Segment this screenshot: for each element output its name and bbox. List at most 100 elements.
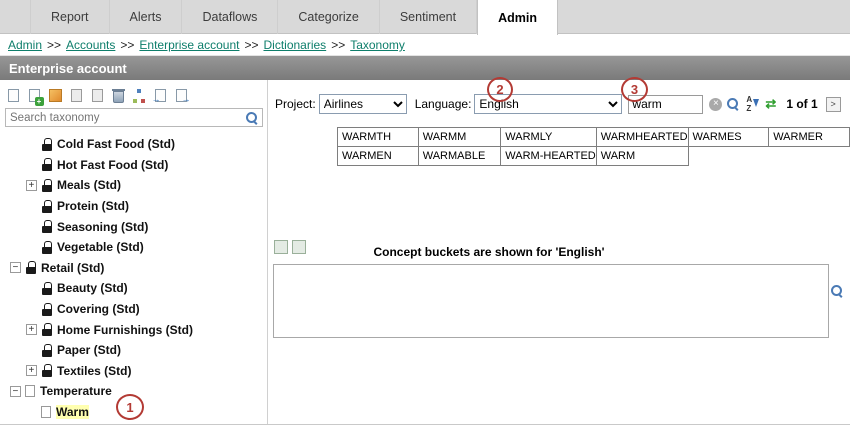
annotation-circle-2: 2 (487, 77, 513, 102)
page-title: Enterprise account (0, 56, 850, 80)
term-cell[interactable]: WARMLY (501, 128, 596, 147)
taxonomy-search-input[interactable] (6, 112, 246, 124)
tree-item-label: Protein (Std) (57, 199, 129, 213)
tree-item-textiles[interactable]: Textiles (Std) (0, 361, 267, 382)
term-cell[interactable]: WARM (596, 147, 688, 166)
term-cell[interactable]: WARMER (769, 128, 850, 147)
tree-item-paper[interactable]: Paper (Std) (0, 340, 267, 361)
tree-item-cold-fast-food[interactable]: Cold Fast Food (Std) (0, 134, 267, 155)
edit-icon[interactable] (47, 88, 63, 104)
bottom-divider (0, 424, 850, 425)
term-cell[interactable]: WARMHEARTED (596, 128, 688, 147)
add-child-icon[interactable] (26, 88, 42, 104)
page-export-glyph (176, 89, 187, 102)
page-glyph (71, 89, 82, 102)
term-cell[interactable]: WARM-HEARTED (501, 147, 596, 166)
page-import-glyph (155, 89, 166, 102)
clear-search-icon[interactable] (709, 98, 722, 111)
tree-item-meals[interactable]: Meals (Std) (0, 175, 267, 196)
expand-icon[interactable] (26, 180, 37, 191)
term-cell[interactable]: WARMM (418, 128, 501, 147)
tree-item-covering[interactable]: Covering (Std) (0, 299, 267, 320)
tree-item-label: Retail (Std) (41, 261, 104, 275)
breadcrumb-taxonomy[interactable]: Taxonomy (350, 38, 405, 52)
tree-item-label: Vegetable (Std) (57, 240, 144, 254)
tree-item-label: Cold Fast Food (Std) (57, 137, 175, 151)
tree-item-label: Temperature (40, 384, 112, 398)
lock-icon (25, 261, 36, 274)
bucket-textarea[interactable] (273, 264, 829, 338)
breadcrumb-admin[interactable]: Admin (8, 38, 42, 52)
taxonomy-toolbar (5, 87, 189, 104)
document-icon (41, 406, 51, 418)
tab-admin[interactable]: Admin (477, 0, 558, 35)
tree-item-label: Home Furnishings (Std) (57, 323, 193, 337)
tree-item-protein[interactable]: Protein (Std) (0, 196, 267, 217)
expander-spacer (26, 201, 37, 212)
collapse-icon[interactable] (10, 262, 21, 273)
trash-glyph (113, 91, 124, 103)
lock-icon (41, 323, 52, 336)
taxonomy-tree: Cold Fast Food (Std) Hot Fast Food (Std)… (0, 134, 267, 424)
project-select[interactable]: Airlines (319, 94, 407, 114)
paste-icon[interactable] (89, 88, 105, 104)
collapse-icon[interactable] (10, 386, 21, 397)
lock-icon (41, 282, 52, 295)
term-cell[interactable]: WARMABLE (418, 147, 501, 166)
terms-row-1: WARMTH WARMM WARMLY WARMHEARTED WARMES W… (338, 128, 850, 147)
search-icon[interactable] (246, 112, 258, 124)
page-glyph (92, 89, 103, 102)
breadcrumb-dictionaries[interactable]: Dictionaries (263, 38, 326, 52)
breadcrumb-accounts[interactable]: Accounts (66, 38, 115, 52)
term-cell[interactable]: WARMTH (338, 128, 419, 147)
edit-glyph (49, 89, 62, 102)
tab-alerts[interactable]: Alerts (110, 0, 183, 34)
tree-item-vegetable[interactable]: Vegetable (Std) (0, 237, 267, 258)
lock-icon (41, 138, 52, 151)
hierarchy-glyph (132, 89, 146, 103)
breadcrumb-separator: >> (331, 38, 345, 52)
export-icon[interactable] (173, 88, 189, 104)
controls-bar: Project: Airlines Language: English 1 of… (275, 93, 846, 115)
expander-spacer (26, 283, 37, 294)
expand-icon[interactable] (26, 365, 37, 376)
tree-item-hot-fast-food[interactable]: Hot Fast Food (Std) (0, 155, 267, 176)
import-icon[interactable] (152, 88, 168, 104)
lock-icon (41, 200, 52, 213)
tree-item-label: Beauty (Std) (57, 281, 128, 295)
tab-dataflows[interactable]: Dataflows (182, 0, 278, 34)
expander-spacer (26, 407, 37, 418)
tree-item-home-furnishings[interactable]: Home Furnishings (Std) (0, 319, 267, 340)
tab-categorize[interactable]: Categorize (278, 0, 379, 34)
search-icon[interactable] (727, 98, 739, 110)
taxonomy-search-box (5, 108, 263, 127)
next-page-button[interactable]: > (826, 97, 841, 112)
tree-item-beauty[interactable]: Beauty (Std) (0, 278, 267, 299)
hierarchy-icon[interactable] (131, 88, 147, 104)
lock-icon (41, 364, 52, 377)
breadcrumb-enterprise-account[interactable]: Enterprise account (139, 38, 239, 52)
sort-arrow-glyph (753, 99, 759, 107)
expander-spacer (26, 221, 37, 232)
tab-report[interactable]: Report (30, 0, 110, 34)
bucket-search-button[interactable] (831, 285, 847, 301)
tree-item-label-selected: Warm (56, 405, 89, 419)
term-cell[interactable]: WARMES (688, 128, 769, 147)
terms-table: WARMTH WARMM WARMLY WARMHEARTED WARMES W… (337, 127, 850, 166)
sort-icon[interactable] (746, 97, 759, 111)
new-category-icon[interactable] (5, 88, 21, 104)
language-label: Language: (415, 97, 472, 111)
lock-icon (41, 158, 52, 171)
lock-icon (41, 241, 52, 254)
tab-sentiment[interactable]: Sentiment (380, 0, 477, 34)
delete-icon[interactable] (110, 88, 126, 104)
tree-item-retail[interactable]: Retail (Std) (0, 258, 267, 279)
taxonomy-admin-page: Report Alerts Dataflows Categorize Senti… (0, 0, 850, 431)
expand-icon[interactable] (26, 324, 37, 335)
term-cell[interactable]: WARMEN (338, 147, 419, 166)
tree-item-label: Paper (Std) (57, 343, 121, 357)
refresh-icon[interactable] (765, 96, 776, 112)
copy-icon[interactable] (68, 88, 84, 104)
tree-item-seasoning[interactable]: Seasoning (Std) (0, 216, 267, 237)
pagination-label: 1 of 1 (786, 97, 817, 111)
